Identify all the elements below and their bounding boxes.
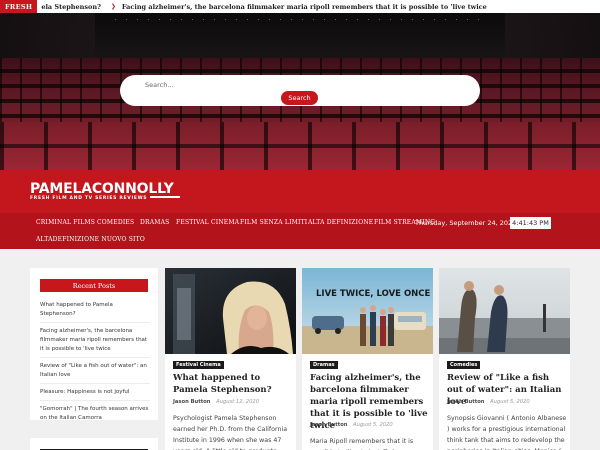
recent-post-link[interactable]: Pleasure: Happiness is not joyful bbox=[40, 388, 150, 401]
nav-item-criminal-films[interactable]: CRIMINAL FILMS bbox=[36, 219, 95, 226]
nav-item-altadefinizione-nuovo-sito[interactable]: ALTADEFINIZIONE NUOVO SITO bbox=[36, 236, 145, 243]
nav-item-alta-definizione[interactable]: ALTA DEFINIZIONE bbox=[308, 219, 373, 226]
sidebar-widget bbox=[30, 438, 158, 450]
nav-item-comedies[interactable]: COMEDIES bbox=[97, 219, 134, 226]
post-author[interactable]: Jason Button bbox=[310, 422, 347, 428]
post-excerpt: Synopsis Giovanni ( Antonio Albanese ) w… bbox=[447, 415, 567, 450]
post-date: August 5, 2020 bbox=[490, 399, 530, 405]
current-date: Thursday, September 24, 2020 bbox=[415, 219, 517, 227]
post-category-badge[interactable]: Comedies bbox=[447, 361, 481, 369]
news-ticker: FRESH ela Stephenson? ❯ Facing alzheimer… bbox=[0, 0, 600, 13]
post-card: LIVE TWICE, LOVE ONCE Dramas Facing alzh… bbox=[302, 268, 433, 450]
post-date: August 12, 2020 bbox=[216, 399, 260, 405]
post-category-badge[interactable]: Festival Cinema bbox=[173, 361, 224, 369]
ticker-label: FRESH bbox=[0, 0, 38, 13]
post-category-badge[interactable]: Dramas bbox=[310, 361, 338, 369]
recent-post-link[interactable]: What happened to Pamela Stephenson? bbox=[40, 301, 150, 323]
post-meta: Jason Button August 12, 2020 bbox=[173, 399, 259, 405]
recent-posts-widget: Recent Posts What happened to Pamela Ste… bbox=[30, 268, 158, 421]
post-image-pamela[interactable] bbox=[165, 268, 296, 354]
post-card: Festival Cinema What happened to Pamela … bbox=[165, 268, 296, 450]
post-title[interactable]: What happened to Pamela Stephenson? bbox=[173, 372, 291, 396]
post-image-live-twice[interactable]: LIVE TWICE, LOVE ONCE bbox=[302, 268, 433, 354]
post-meta: Jason Button August 5, 2020 bbox=[310, 422, 393, 428]
post-author[interactable]: Jason Button bbox=[447, 399, 484, 405]
logo-underline bbox=[150, 196, 180, 198]
poster-title: LIVE TWICE, LOVE ONCE bbox=[316, 289, 431, 299]
recent-posts-list: What happened to Pamela Stephenson? Faci… bbox=[40, 301, 150, 430]
post-excerpt: Maria Ripoll remembers that it is possib… bbox=[310, 438, 414, 450]
recent-posts-title: Recent Posts bbox=[40, 279, 148, 292]
nav-item-festival-cinema[interactable]: FESTIVAL CINEMA bbox=[176, 219, 239, 226]
chevron-right-icon: ❯ bbox=[110, 3, 116, 10]
post-image-fish-out-of-water[interactable] bbox=[439, 268, 570, 354]
post-author[interactable]: Jason Button bbox=[173, 399, 210, 405]
search-button[interactable]: Search bbox=[281, 91, 318, 105]
site-logo[interactable]: PAMELACONNOLLY bbox=[30, 181, 174, 197]
site-tagline: FRESH FILM AND TV SERIES REVIEWS bbox=[30, 196, 148, 201]
ticker-item[interactable]: ela Stephenson? bbox=[41, 3, 101, 11]
nav-item-film-senza-limiti[interactable]: FILM SENZA LIMITI bbox=[240, 219, 307, 226]
ticker-item[interactable]: Facing alzheimer's, the barcelona filmma… bbox=[122, 3, 487, 11]
recent-post-link[interactable]: Review of "Like a fish out of water": an… bbox=[40, 362, 150, 384]
cinema-seats-front bbox=[0, 122, 600, 170]
post-card: Comedies Review of "Like a fish out of w… bbox=[439, 268, 570, 450]
recent-post-link[interactable]: "Gomorrah" | The fourth season arrives o… bbox=[40, 405, 150, 426]
recent-post-link[interactable]: Facing alzheimer's, the barcelona filmma… bbox=[40, 327, 150, 358]
current-time: 4:41:43 PM bbox=[510, 217, 551, 229]
search-input[interactable] bbox=[145, 79, 455, 91]
post-meta: Jason Button August 5, 2020 bbox=[447, 399, 530, 405]
ticker-track: ela Stephenson? ❯ Facing alzheimer's, th… bbox=[37, 3, 600, 11]
post-date: August 5, 2020 bbox=[353, 422, 393, 428]
post-excerpt: Psychologist Pamela Stephenson earned he… bbox=[173, 415, 288, 450]
nav-item-dramas[interactable]: DRAMAS bbox=[140, 219, 169, 226]
